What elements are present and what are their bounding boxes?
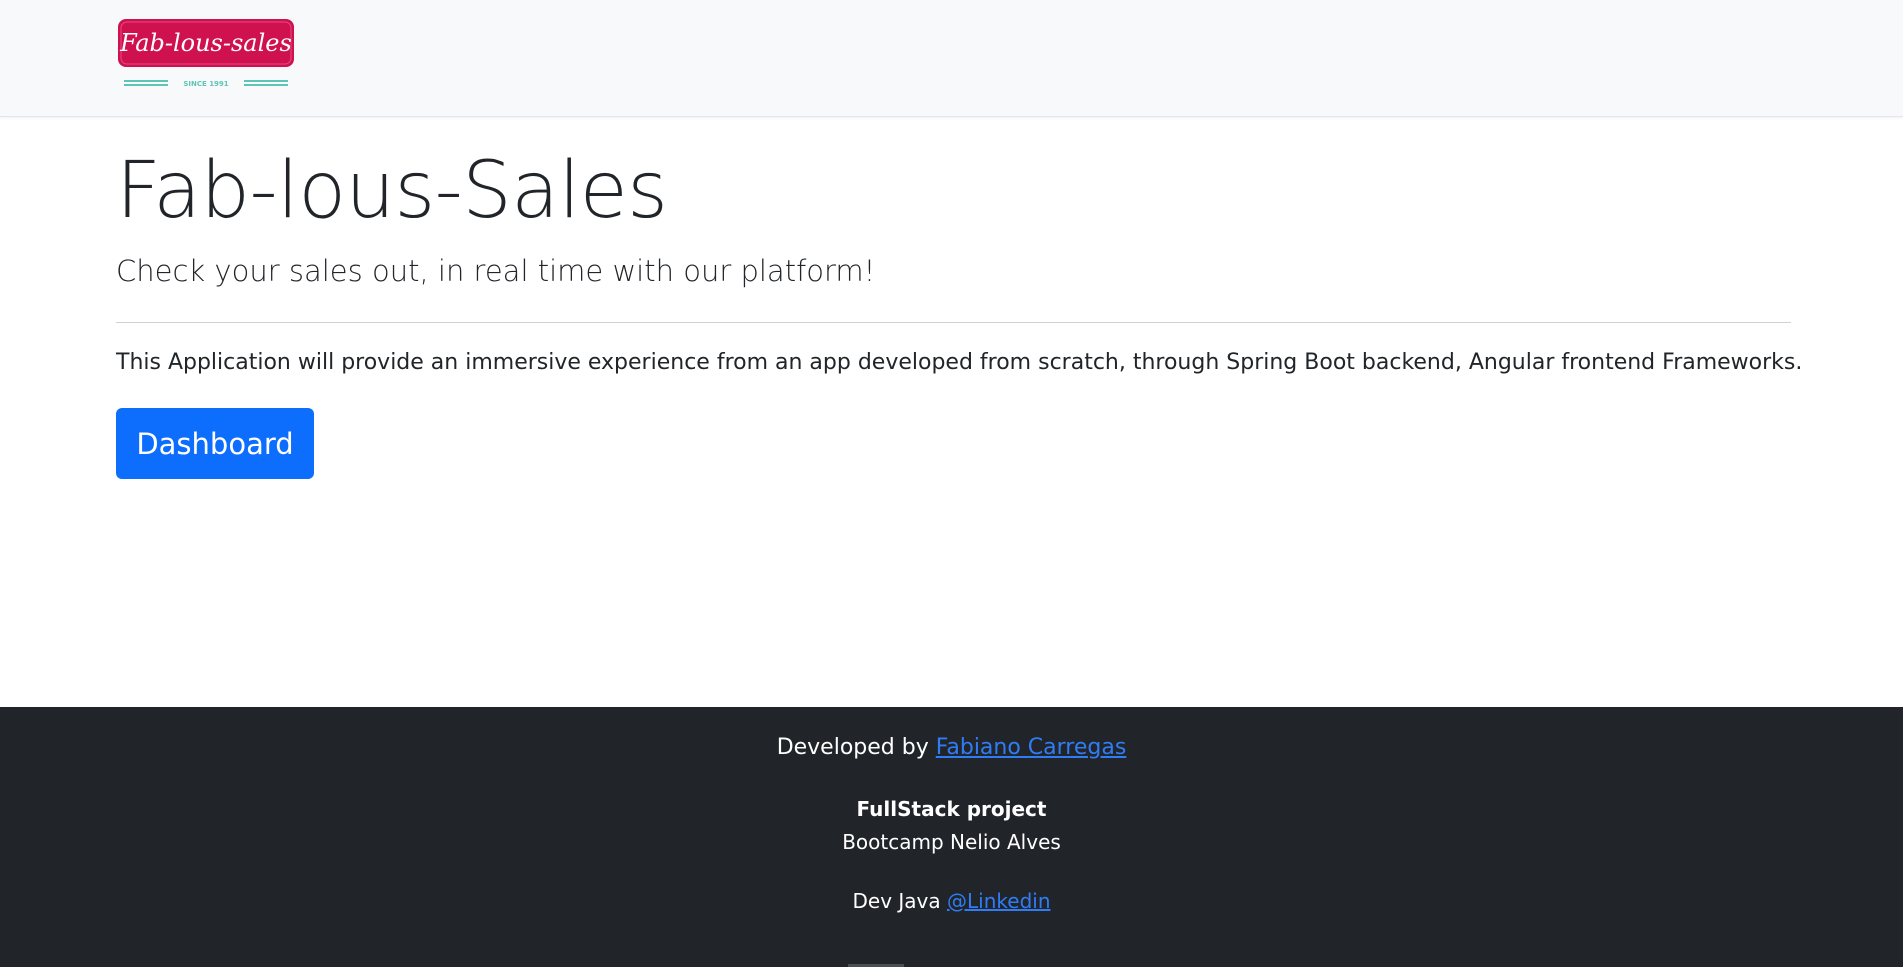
developed-by-label: Developed by [776, 735, 936, 760]
project-title: FullStack project [856, 797, 1047, 821]
description-text: This Application will provide an immersi… [116, 350, 1803, 375]
dev-java-label: Dev Java [852, 889, 948, 913]
dev-java-line: Dev Java @Linkedin [0, 889, 1903, 913]
brand-logo-graphic: Fab-lous-sales SINCE 1991 [118, 19, 294, 88]
navbar: Fab-lous-sales SINCE 1991 [0, 0, 1903, 117]
brand-logo-tagline: SINCE 1991 [183, 80, 228, 88]
divider [116, 322, 1791, 323]
page-title: Fab-lous-Sales [116, 146, 668, 236]
lead-text: Check your sales out, in real time with … [116, 254, 876, 288]
footer: Developed by Fabiano Carregas FullStack … [0, 707, 1903, 967]
bootcamp-text: Bootcamp Nelio Alves [842, 830, 1061, 854]
brand-logo[interactable]: Fab-lous-sales SINCE 1991 [116, 17, 296, 93]
dashboard-button[interactable]: Dashboard [116, 408, 314, 479]
developed-by-line: Developed by Fabiano Carregas [0, 735, 1903, 760]
linkedin-link[interactable]: @Linkedin [947, 889, 1050, 913]
brand-logo-text: Fab-lous-sales [119, 29, 292, 57]
developer-link[interactable]: Fabiano Carregas [936, 735, 1127, 760]
